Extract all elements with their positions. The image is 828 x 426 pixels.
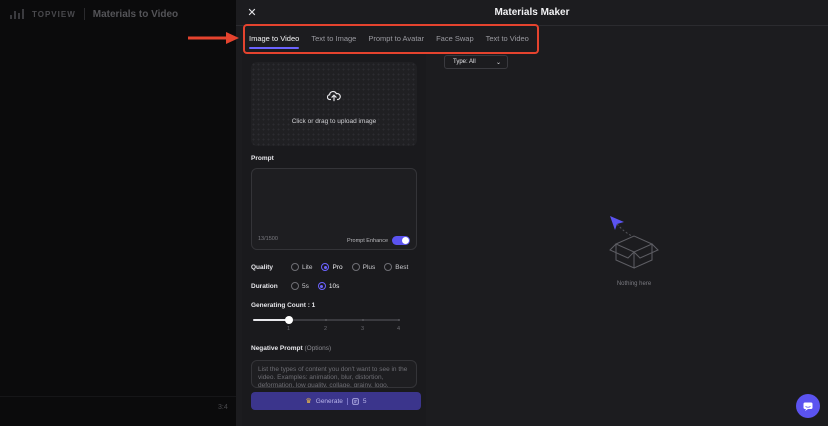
quality-option-pro[interactable]: Pro (321, 263, 343, 271)
slider-handle[interactable] (285, 316, 293, 324)
materials-maker-modal: ✕ Materials Maker Image to Video Text to… (236, 0, 828, 426)
tab-text-to-video[interactable]: Text to Video (486, 30, 529, 50)
quality-row: Quality Lite Pro Plus Best (251, 263, 417, 271)
slider-tick-label: 1 (287, 326, 291, 332)
duration-row: Duration 5s 10s (251, 282, 348, 290)
duration-option-label: 5s (302, 282, 309, 290)
cloud-upload-icon (327, 90, 341, 102)
generate-label: Generate (315, 397, 343, 405)
type-filter-dropdown[interactable]: Type: All ⌄ (444, 55, 508, 69)
generating-count-slider[interactable]: 1 2 3 4 (251, 316, 401, 336)
quality-option-label: Plus (362, 263, 376, 271)
background-divider (0, 396, 236, 397)
duration-option-5s[interactable]: 5s (291, 282, 309, 290)
chat-icon (803, 402, 813, 411)
quality-option-lite[interactable]: Lite (291, 263, 312, 271)
settings-panel: Click or drag to upload image Prompt 13/… (242, 54, 426, 426)
tab-prompt-to-avatar[interactable]: Prompt to Avatar (368, 30, 424, 50)
chat-support-button[interactable] (796, 394, 820, 418)
prompt-enhance-toggle[interactable] (392, 236, 410, 245)
negative-prompt-input[interactable]: List the types of content you don't want… (251, 360, 417, 388)
prompt-input[interactable]: 13/1500 Prompt Enhance (251, 168, 417, 250)
slider-step-dot (398, 319, 400, 321)
slider-step-dot (362, 319, 364, 321)
negative-prompt-optional: (Options) (304, 345, 332, 352)
slider-tick-label: 3 (361, 326, 365, 332)
background-header: TOPVIEW Materials to Video (0, 0, 240, 28)
modal-title: Materials Maker (494, 7, 570, 18)
quality-option-label: Best (395, 263, 409, 271)
radio-icon (321, 263, 330, 271)
mode-tabs: Image to Video Text to Image Prompt to A… (249, 30, 529, 50)
duration-label: Duration (251, 282, 278, 290)
tab-image-to-video[interactable]: Image to Video (249, 30, 300, 50)
aspect-ratio-label: 3:4 (218, 404, 228, 411)
negative-prompt-label: Negative Prompt (Options) (251, 345, 331, 352)
background-page-title: Materials to Video (92, 8, 179, 20)
header-divider (83, 8, 85, 20)
upload-dropzone[interactable]: Click or drag to upload image (251, 62, 417, 146)
tab-text-to-image[interactable]: Text to Image (311, 30, 356, 50)
empty-state-text: Nothing here (616, 281, 652, 287)
prompt-label: Prompt (251, 155, 274, 162)
type-filter-label: Type: All (453, 59, 476, 65)
topview-logo-icon (10, 9, 24, 19)
radio-icon (384, 263, 393, 271)
empty-box-icon (609, 216, 659, 269)
quality-option-label: Pro (332, 263, 343, 271)
prompt-enhance: Prompt Enhance (347, 236, 410, 245)
prompt-enhance-label: Prompt Enhance (347, 237, 388, 244)
chevron-down-icon: ⌄ (495, 59, 501, 66)
generate-button[interactable]: ♛ Generate 5 (251, 392, 421, 410)
quality-option-plus[interactable]: Plus (351, 263, 376, 271)
brand-name: TOPVIEW (32, 9, 76, 19)
credit-icon (352, 397, 359, 405)
slider-tick-label: 2 (324, 326, 328, 332)
duration-option-label: 10s (328, 282, 340, 290)
radio-icon (291, 263, 299, 271)
quality-option-label: Lite (302, 263, 313, 271)
annotation-arrow-icon (188, 32, 239, 44)
negative-prompt-placeholder: List the types of content you don't want… (258, 366, 408, 388)
prompt-char-count: 13/1500 (258, 236, 278, 242)
upload-hint: Click or drag to upload image (291, 118, 377, 125)
slider-tick-label: 4 (397, 326, 401, 332)
duration-option-10s[interactable]: 10s (317, 282, 340, 290)
negative-prompt-title: Negative Prompt (251, 345, 303, 352)
slider-fill (253, 319, 289, 321)
radio-icon (351, 263, 360, 271)
radio-icon (291, 282, 299, 290)
generating-count-label: Generating Count : 1 (251, 302, 316, 309)
tab-face-swap[interactable]: Face Swap (436, 30, 474, 50)
quality-label: Quality (251, 263, 274, 271)
crown-icon: ♛ (305, 398, 312, 405)
slider-step-dot (325, 319, 327, 321)
radio-icon (317, 282, 326, 290)
quality-option-best[interactable]: Best (384, 263, 408, 271)
generate-cost: 5 (362, 397, 367, 405)
modal-header: ✕ Materials Maker (236, 0, 828, 26)
generate-divider (346, 397, 348, 405)
